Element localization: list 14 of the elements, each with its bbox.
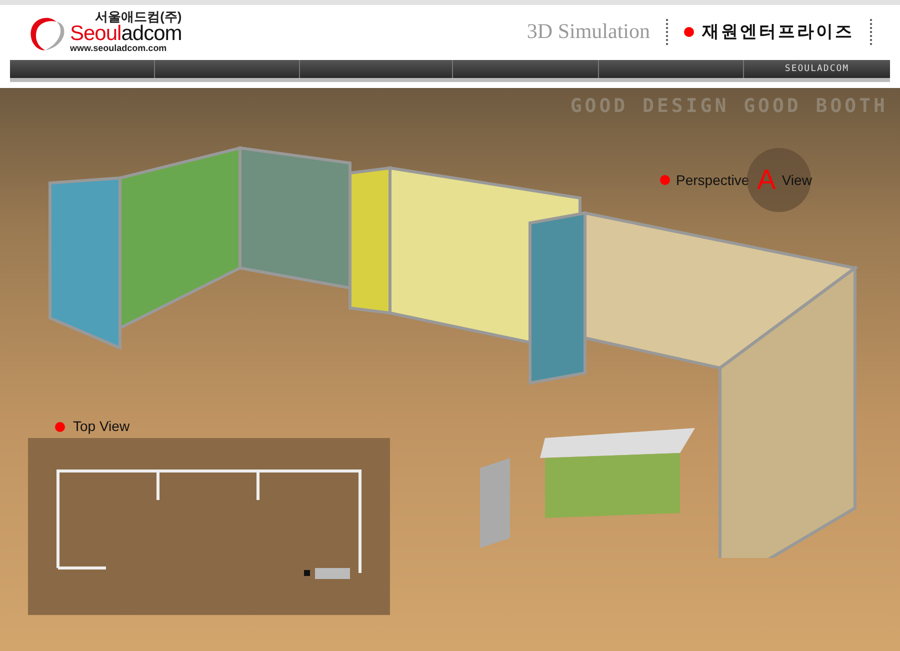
view-letter: A xyxy=(757,166,776,194)
nav-label[interactable]: SEOULADCOM xyxy=(784,60,850,78)
bullet-icon xyxy=(55,422,65,432)
bullet-icon xyxy=(660,175,670,185)
logo-wordmark: Seouladcom xyxy=(70,23,182,44)
top-view-label: Top View xyxy=(73,417,130,436)
website-url: www.seouladcom.com xyxy=(70,44,168,53)
page-title: 3D Simulation xyxy=(526,18,650,45)
client-name: 재원엔터프라이즈 xyxy=(702,20,854,43)
perspective-label: Perspective xyxy=(676,170,750,190)
view-label: View xyxy=(782,170,812,190)
bullet-icon xyxy=(684,26,694,36)
company-korean-name: 서울애드컴(주) xyxy=(94,10,182,23)
logo-swoosh-icon xyxy=(28,15,66,53)
